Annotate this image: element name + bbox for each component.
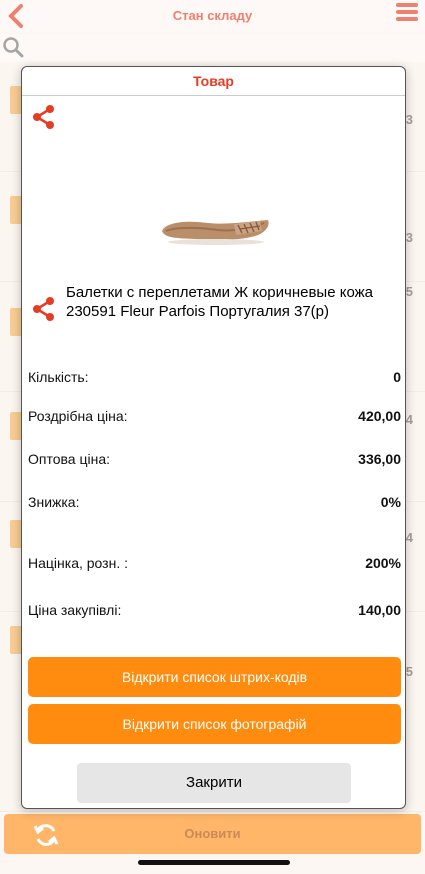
field-label: Ціна закупівлі: <box>28 602 122 618</box>
field-retail-price: Роздрібна ціна: 420,00 <box>28 408 401 428</box>
share-icon[interactable] <box>31 103 57 131</box>
field-value: 0% <box>380 494 401 510</box>
home-indicator <box>138 860 290 865</box>
share-icon[interactable] <box>31 295 57 323</box>
field-label: Роздрібна ціна: <box>28 408 128 424</box>
open-barcodes-button[interactable]: Відкрити список штрих-кодів <box>28 657 401 697</box>
field-label: Націнка, розн. : <box>28 555 128 571</box>
divider <box>22 95 405 96</box>
field-value: 0 <box>393 369 401 385</box>
product-name: Балетки с переплетами Ж коричневые кожа … <box>66 284 373 320</box>
field-label: Кількість: <box>28 369 89 385</box>
field-value: 200% <box>365 555 401 571</box>
field-purchase-price: Ціна закупівлі: 140,00 <box>28 602 401 622</box>
field-value: 420,00 <box>358 408 401 424</box>
product-dialog: Товар Балетки с переплетами Ж коричневые… <box>21 66 406 809</box>
field-markup: Націнка, розн. : 200% <box>28 555 401 575</box>
field-value: 336,00 <box>358 451 401 467</box>
field-label: Оптова ціна: <box>28 451 111 467</box>
field-quantity: Кількість: 0 <box>28 369 401 389</box>
dialog-title: Товар <box>193 73 234 89</box>
field-wholesale-price: Оптова ціна: 336,00 <box>28 451 401 471</box>
product-photo[interactable] <box>156 205 272 247</box>
field-discount: Знижка: 0% <box>28 494 401 514</box>
open-photos-button[interactable]: Відкрити список фотографій <box>28 704 401 744</box>
close-button[interactable]: Закрити <box>77 763 351 803</box>
field-label: Знижка: <box>28 494 80 510</box>
field-value: 140,00 <box>358 602 401 618</box>
